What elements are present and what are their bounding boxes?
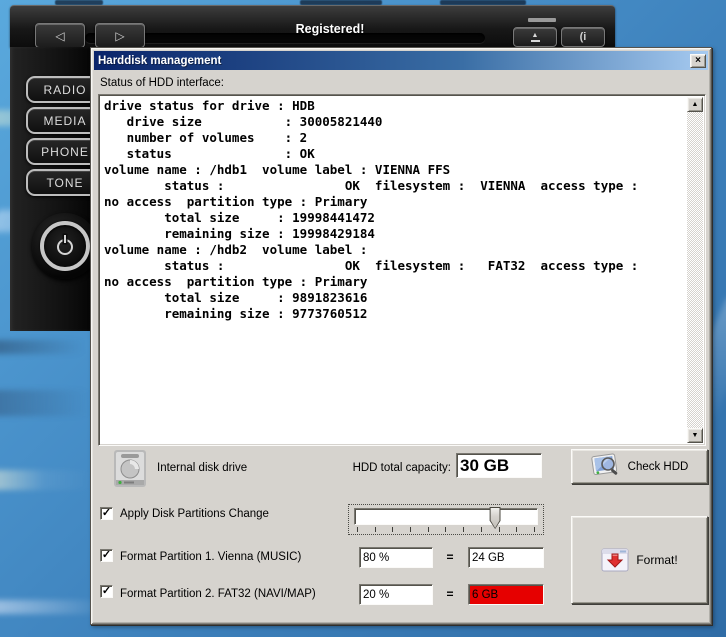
eject-icon: ▲	[532, 33, 539, 39]
slider-tick	[481, 527, 482, 532]
close-button[interactable]: ×	[690, 54, 706, 68]
partition-slider[interactable]	[348, 504, 544, 535]
check-hdd-icon	[591, 453, 621, 480]
harddisk-management-dialog: Harddisk management × Status of HDD inte…	[90, 47, 712, 625]
radio-top-panel: Registered! ◁ ▷ ▲ (i	[10, 5, 615, 47]
slider-tick	[428, 527, 429, 532]
slider-tick	[392, 527, 393, 532]
check-hdd-label: Check HDD	[628, 461, 689, 473]
slider-tick	[410, 527, 411, 532]
info-icon: (i	[580, 31, 587, 43]
format-icon	[601, 548, 629, 572]
eject-button[interactable]: ▲	[513, 27, 557, 47]
radio-button-label: RADIO	[43, 83, 86, 97]
desktop-streak	[0, 600, 104, 614]
slider-tick	[463, 527, 464, 532]
scroll-down-icon: ▼	[692, 432, 699, 439]
partition2-percent-input[interactable]	[359, 584, 433, 605]
checkmark-icon: ✓	[102, 549, 111, 561]
slider-tick	[445, 527, 446, 532]
previous-track-button[interactable]: ◁	[35, 23, 85, 48]
hdd-status-text: drive status for drive : HDB drive size …	[104, 98, 685, 442]
internal-disk-label: Internal disk drive	[157, 462, 247, 474]
left-triangle-icon: ◁	[55, 29, 64, 43]
registered-status-text: Registered!	[180, 22, 480, 36]
desktop-streak	[0, 340, 84, 354]
partition2-size-input[interactable]	[468, 584, 544, 605]
close-icon: ×	[695, 55, 701, 66]
apply-partitions-label: Apply Disk Partitions Change	[120, 508, 269, 520]
desktop-streak	[0, 390, 89, 416]
slider-tick	[357, 527, 358, 532]
slider-tick	[516, 527, 517, 532]
format-partition2-label: Format Partition 2. FAT32 (NAVI/MAP)	[120, 588, 316, 600]
status-of-hdd-label: Status of HDD interface:	[100, 77, 224, 89]
harddisk-icon	[112, 449, 148, 489]
hdd-capacity-input[interactable]	[456, 453, 542, 478]
partition1-size-input[interactable]	[468, 547, 544, 568]
vertical-scrollbar[interactable]: ▲ ▼	[687, 97, 703, 443]
phone-button-label: PHONE	[41, 145, 89, 159]
scroll-up-icon: ▲	[692, 101, 699, 108]
dialog-title: Harddisk management	[94, 55, 690, 67]
desktop-streak	[0, 470, 94, 490]
scroll-down-button[interactable]: ▼	[687, 428, 703, 443]
format-partition1-label: Format Partition 1. Vienna (MUSIC)	[120, 551, 301, 563]
equals-sign: =	[443, 550, 457, 564]
format-button[interactable]: Format!	[571, 516, 708, 604]
equals-sign: =	[443, 587, 457, 601]
slider-ticks	[357, 527, 535, 532]
dialog-titlebar[interactable]: Harddisk management ×	[94, 51, 708, 70]
partition1-percent-input[interactable]	[359, 547, 433, 568]
tone-button-label: TONE	[46, 176, 83, 190]
media-button-label: MEDIA	[43, 114, 86, 128]
scroll-up-button[interactable]: ▲	[687, 97, 703, 112]
slider-tick	[534, 527, 535, 532]
power-button[interactable]	[40, 221, 90, 271]
eject-icon-bar	[531, 40, 540, 42]
format-partition1-checkbox[interactable]: ✓	[100, 549, 113, 562]
format-button-label: Format!	[636, 553, 677, 567]
radio-left-panel: RADIO MEDIA PHONE TONE	[10, 47, 90, 331]
apply-partitions-checkbox[interactable]: ✓	[100, 507, 113, 520]
next-track-button[interactable]: ▷	[95, 23, 145, 48]
power-icon	[57, 239, 73, 255]
hdd-status-textbox[interactable]: drive status for drive : HDB drive size …	[98, 94, 706, 446]
info-button[interactable]: (i	[561, 27, 605, 47]
checkmark-icon: ✓	[102, 507, 111, 519]
hdd-capacity-label: HDD total capacity:	[331, 462, 451, 474]
slider-tick	[499, 527, 500, 532]
check-hdd-button[interactable]: Check HDD	[571, 449, 708, 484]
format-partition2-checkbox[interactable]: ✓	[100, 585, 113, 598]
checkmark-icon: ✓	[102, 585, 111, 597]
slider-tick	[375, 527, 376, 532]
power-knob	[32, 213, 98, 279]
sd-slot-notch	[528, 18, 556, 22]
desktop-background: Registered! ◁ ▷ ▲ (i RADIO MEDIA PHONE T…	[0, 0, 726, 637]
slider-groove[interactable]	[354, 508, 538, 525]
right-triangle-icon: ▷	[115, 29, 124, 43]
slider-thumb[interactable]	[490, 507, 501, 529]
